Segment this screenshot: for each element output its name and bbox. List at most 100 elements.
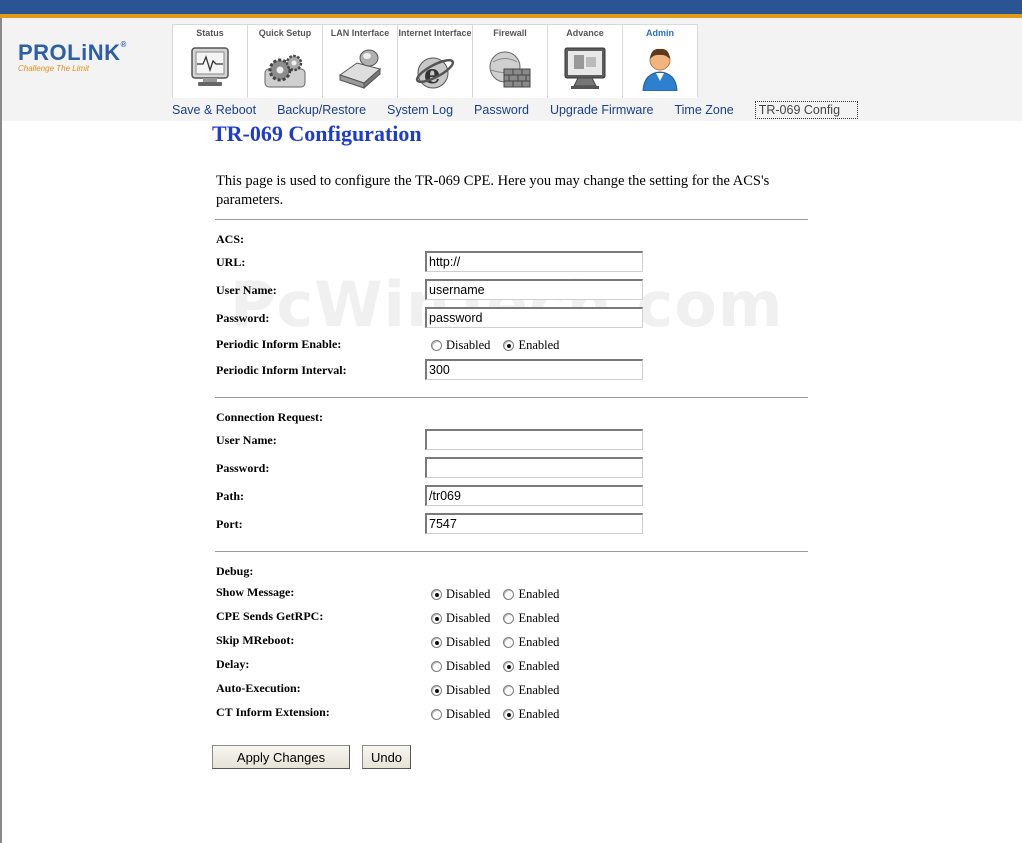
tab-label: Status xyxy=(196,28,224,38)
debug-auto-execution-disabled-radio[interactable] xyxy=(431,685,442,696)
firewall-icon xyxy=(489,51,531,88)
apply-changes-button[interactable]: Apply Changes xyxy=(212,745,350,769)
periodic-inform-enable-label: Periodic Inform Enable: xyxy=(216,337,342,351)
debug-heading: Debug: xyxy=(216,564,254,578)
radio-label-disabled: Disabled xyxy=(446,611,491,625)
radio-label-enabled: Enabled xyxy=(518,587,560,601)
conn-port-input[interactable] xyxy=(425,513,643,534)
debug-auto-execution-enabled-radio[interactable] xyxy=(503,685,515,696)
debug-skip-mreboot-label: Skip MReboot: xyxy=(216,633,295,647)
radio-label-enabled: Enabled xyxy=(518,338,560,352)
debug-ct-inform-extension-disabled-radio[interactable] xyxy=(431,709,442,720)
internet-explorer-icon: e xyxy=(415,57,455,90)
undo-button[interactable]: Undo xyxy=(362,745,411,769)
gears-icon xyxy=(264,54,306,88)
radio-label-enabled: Enabled xyxy=(518,707,560,721)
prolink-logo: PROLiNK® Challenge The Limit xyxy=(18,40,148,85)
debug-ct-inform-extension-enabled-radio[interactable] xyxy=(503,709,515,720)
debug-show-message-enabled-radio[interactable] xyxy=(503,589,515,600)
radio-label-enabled: Enabled xyxy=(518,683,560,697)
network-drive-icon xyxy=(338,49,382,90)
tab-quick-setup[interactable]: Quick Setup xyxy=(247,25,322,98)
subnav-password[interactable]: Password xyxy=(474,103,529,117)
acs-heading: ACS: xyxy=(216,232,245,246)
radio-label-disabled: Disabled xyxy=(446,683,491,697)
connection-request-heading: Connection Request: xyxy=(216,410,323,424)
tab-lan-interface[interactable]: LAN Interface xyxy=(322,25,397,98)
periodic-inform-interval-input[interactable] xyxy=(425,359,643,380)
tab-status[interactable]: Status xyxy=(172,25,247,98)
divider xyxy=(215,397,808,398)
subnav-upgrade-firmware[interactable]: Upgrade Firmware xyxy=(550,103,654,117)
admin-user-icon xyxy=(642,48,678,91)
conn-password-input[interactable] xyxy=(425,457,643,478)
debug-cpe-sends-getrpc-radios: Disabled Enabled xyxy=(431,611,572,626)
tab-label: Quick Setup xyxy=(258,28,312,38)
radio-label-enabled: Enabled xyxy=(518,659,560,673)
conn-username-label: User Name: xyxy=(216,433,277,447)
tab-label: Internet Interface xyxy=(398,28,472,38)
radio-label-enabled: Enabled xyxy=(518,611,560,625)
divider xyxy=(215,551,808,552)
conn-path-input[interactable] xyxy=(425,485,643,506)
debug-delay-enabled-radio[interactable] xyxy=(503,661,515,672)
acs-url-input[interactable] xyxy=(425,251,643,272)
debug-cpe-sends-getrpc-enabled-radio[interactable] xyxy=(503,613,515,624)
radio-label-enabled: Enabled xyxy=(518,635,560,649)
conn-port-label: Port: xyxy=(216,517,243,531)
page-title: TR-069 Configuration xyxy=(212,121,422,146)
subnav-backup-restore[interactable]: Backup/Restore xyxy=(277,103,366,117)
periodic-inform-enabled-radio[interactable] xyxy=(503,340,515,351)
subnav-save-reboot[interactable]: Save & Reboot xyxy=(172,103,256,117)
conn-password-label: Password: xyxy=(216,461,270,475)
logo-tagline: Challenge The Limit xyxy=(18,64,90,73)
sub-navigation: Save & Reboot Backup/Restore System Log … xyxy=(172,99,859,121)
advance-monitor-icon xyxy=(564,47,606,89)
debug-skip-mreboot-disabled-radio[interactable] xyxy=(431,637,442,648)
debug-auto-execution-label: Auto-Execution: xyxy=(216,681,301,695)
logo-registered-mark: ® xyxy=(120,40,127,49)
debug-show-message-radios: Disabled Enabled xyxy=(431,587,572,602)
acs-password-input[interactable] xyxy=(425,307,643,328)
subnav-time-zone[interactable]: Time Zone xyxy=(674,103,733,117)
conn-path-label: Path: xyxy=(216,489,244,503)
subnav-tr069-config[interactable]: TR-069 Config xyxy=(754,101,859,119)
tab-label: Admin xyxy=(646,28,674,38)
divider xyxy=(215,219,808,220)
acs-username-input[interactable] xyxy=(425,279,643,300)
periodic-inform-enable-radios: Disabled Enabled xyxy=(431,338,572,353)
debug-skip-mreboot-enabled-radio[interactable] xyxy=(503,637,515,648)
left-border xyxy=(0,18,2,843)
monitor-pulse-icon xyxy=(191,47,229,86)
acs-url-label: URL: xyxy=(216,255,246,269)
debug-delay-disabled-radio[interactable] xyxy=(431,661,442,672)
acs-username-label: User Name: xyxy=(216,283,277,297)
tab-label: LAN Interface xyxy=(330,28,390,38)
periodic-inform-interval-label: Periodic Inform Interval: xyxy=(216,363,347,377)
tab-label: Advance xyxy=(566,28,604,38)
debug-cpe-sends-getrpc-disabled-radio[interactable] xyxy=(431,613,442,624)
radio-label-disabled: Disabled xyxy=(446,659,491,673)
page-description: This page is used to configure the TR-06… xyxy=(216,173,770,208)
tab-admin[interactable]: Admin xyxy=(622,25,697,98)
radio-label-disabled: Disabled xyxy=(446,707,491,721)
periodic-inform-disabled-radio[interactable] xyxy=(431,340,442,351)
conn-username-input[interactable] xyxy=(425,429,643,450)
subnav-system-log[interactable]: System Log xyxy=(387,103,453,117)
tab-label: Firewall xyxy=(493,28,527,38)
tab-internet-interface[interactable]: Internet Interface e xyxy=(397,25,472,98)
debug-auto-execution-radios: Disabled Enabled xyxy=(431,683,572,698)
debug-ct-inform-extension-radios: Disabled Enabled xyxy=(431,707,572,722)
top-blue-bar xyxy=(0,0,1022,14)
radio-label-disabled: Disabled xyxy=(446,587,491,601)
debug-show-message-label: Show Message: xyxy=(216,585,295,599)
tab-advance[interactable]: Advance xyxy=(547,25,622,98)
radio-label-disabled: Disabled xyxy=(446,338,491,352)
debug-show-message-disabled-radio[interactable] xyxy=(431,589,442,600)
logo-text: PROLiNK xyxy=(18,40,121,65)
acs-password-label: Password: xyxy=(216,311,270,325)
debug-cpe-sends-getrpc-label: CPE Sends GetRPC: xyxy=(216,609,324,623)
debug-ct-inform-extension-label: CT Inform Extension: xyxy=(216,705,330,719)
tab-firewall[interactable]: Firewall xyxy=(472,25,547,98)
debug-delay-radios: Disabled Enabled xyxy=(431,659,572,674)
